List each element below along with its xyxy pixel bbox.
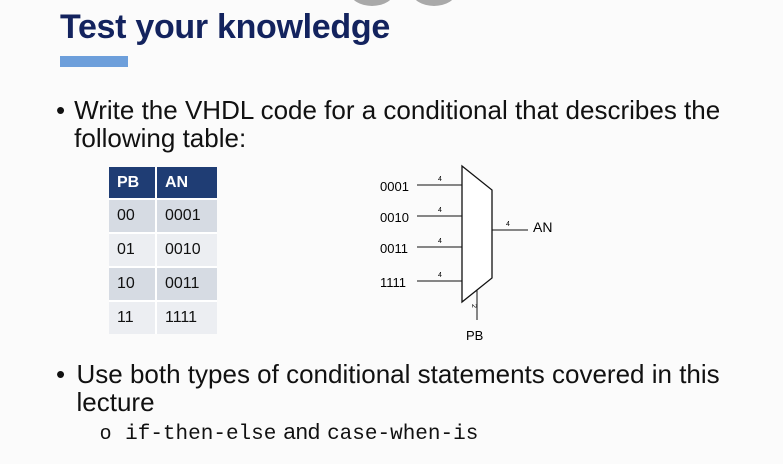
- table-row: 10 0011: [109, 266, 217, 301]
- cell-pb: 01: [109, 232, 156, 267]
- header-pb: PB: [109, 167, 156, 199]
- bus-width: 4: [438, 207, 442, 214]
- bus-width: 4: [438, 238, 442, 245]
- cell-pb: 11: [109, 300, 156, 334]
- bullet-marker: •: [56, 95, 66, 125]
- truth-table: PB AN 00 0001 01 0010 10 0011 11 1111: [109, 167, 217, 334]
- top-decoration: [350, 0, 460, 8]
- slide-title: Test your knowledge: [60, 8, 390, 46]
- cell-an: 0011: [155, 266, 217, 301]
- sub-bullet-marker: o: [100, 422, 112, 444]
- output-label: AN: [533, 219, 552, 235]
- mux-body: [461, 164, 493, 304]
- table-row: 00 0001: [109, 198, 217, 233]
- header-an: AN: [155, 167, 217, 199]
- cell-pb: 10: [109, 266, 156, 301]
- table-row: 01 0010: [109, 232, 217, 267]
- select-label: PB: [466, 328, 483, 343]
- code-if-then-else: if-then-else: [125, 423, 277, 446]
- cell-an: 1111: [155, 300, 217, 334]
- bullet-2: • Use both types of conditional statemen…: [56, 360, 756, 416]
- sub-and-text: and: [283, 419, 321, 444]
- bullet-1-text: Write the VHDL code for a conditional th…: [74, 95, 721, 153]
- mux-diagram: 0001 0010 0011 1111 4 4 4 4 4 AN 2 PB: [380, 164, 552, 343]
- decor-circle: [412, 0, 456, 6]
- input-label: 0010: [380, 210, 409, 225]
- input-label: 0001: [380, 179, 409, 194]
- title-accent-bar: [60, 56, 128, 67]
- cell-an: 0001: [155, 198, 217, 233]
- bus-width: 4: [438, 176, 442, 183]
- bullet-1: • Write the VHDL code for a conditional …: [56, 96, 756, 152]
- decor-circle: [350, 0, 394, 6]
- bullet-marker: •: [56, 359, 66, 389]
- input-label: 0011: [380, 241, 408, 256]
- select-width: 2: [470, 304, 477, 308]
- code-case-when-is: case-when-is: [327, 423, 479, 446]
- bullet-2-text: Use both types of conditional statements…: [76, 359, 720, 417]
- output-width: 4: [506, 221, 510, 228]
- bus-width: 4: [438, 272, 442, 279]
- input-label: 1111: [380, 275, 406, 290]
- table-row: 11 1111: [109, 300, 217, 334]
- sub-bullet: o if-then-else and case-when-is: [100, 419, 478, 446]
- cell-pb: 00: [109, 198, 156, 233]
- table-header-row: PB AN: [109, 167, 217, 199]
- cell-an: 0010: [155, 232, 217, 267]
